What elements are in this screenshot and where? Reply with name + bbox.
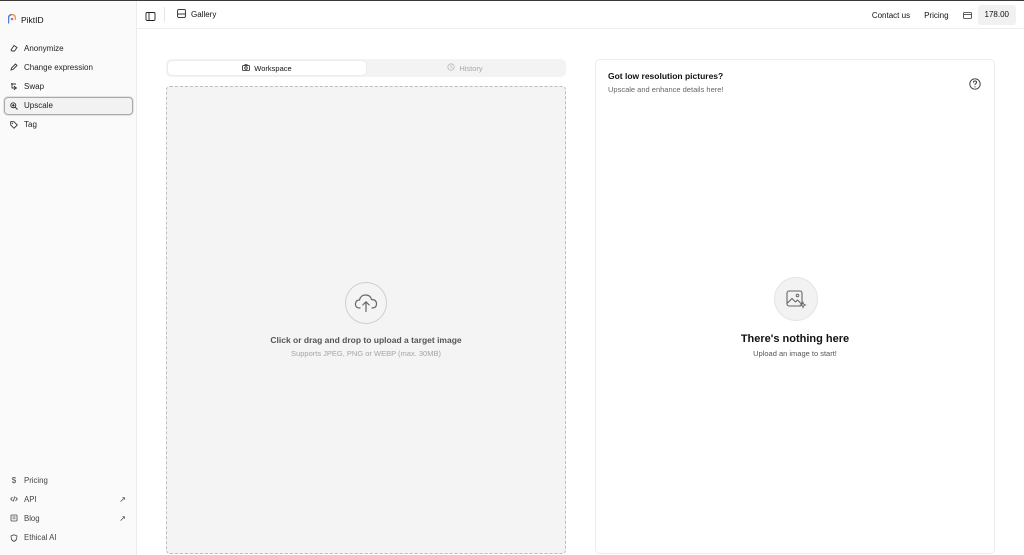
upload-dropzone[interactable]: Click or drag and drop to upload a targe… <box>166 86 566 554</box>
topbar-divider <box>164 7 165 22</box>
sidebar-item-label: Anonymize <box>24 43 64 53</box>
panel-subtitle: Upscale and enhance details here! <box>608 85 724 94</box>
brand[interactable]: PiktID <box>7 11 44 29</box>
sidebar-toggle-icon[interactable] <box>145 9 156 21</box>
sidebar-item-pricing[interactable]: $ Pricing <box>4 471 133 489</box>
sidebar-item-label: Swap <box>24 81 45 91</box>
sidebar-item-label: Change expression <box>24 62 93 72</box>
sidebar-item-ethical-ai[interactable]: Ethical AI <box>4 529 133 547</box>
book-icon <box>10 514 18 522</box>
tab-history[interactable]: History <box>366 61 564 75</box>
pricing-link[interactable]: Pricing <box>917 11 955 20</box>
sidebar-item-label: Tag <box>24 120 37 130</box>
zoom-in-icon <box>10 101 18 110</box>
topbar: Gallery Contact us Pricing 178.00 <box>137 1 1024 29</box>
sidebar-item-tag[interactable]: Tag <box>4 116 133 134</box>
gallery-button[interactable]: Gallery <box>177 7 216 22</box>
pencil-icon <box>10 63 18 71</box>
shield-icon <box>10 533 18 542</box>
panel-title: Got low resolution pictures? <box>608 71 724 81</box>
swap-icon <box>10 82 18 91</box>
sidebar-item-label: Blog <box>24 513 40 523</box>
credits-value: 178.00 <box>977 5 1016 25</box>
gallery-label: Gallery <box>191 10 217 19</box>
help-icon[interactable] <box>969 77 981 90</box>
empty-state-title: There's nothing here <box>740 333 850 345</box>
gallery-icon <box>177 9 186 20</box>
sidebar-item-label: Upscale <box>24 101 53 111</box>
external-link-icon: ↗ <box>119 494 126 504</box>
code-icon <box>10 495 18 503</box>
sidebar-nav: Anonymize Change expression Swap Upscale… <box>4 39 133 135</box>
empty-state-subtitle: Upload an image to start! <box>753 349 837 358</box>
sidebar-item-blog[interactable]: Blog ↗ <box>4 509 133 527</box>
external-link-icon: ↗ <box>119 513 126 523</box>
result-panel: Got low resolution pictures? Upscale and… <box>595 59 995 554</box>
tag-icon <box>10 121 18 129</box>
tab-workspace[interactable]: Workspace <box>168 61 366 75</box>
sidebar-item-label: API <box>24 494 37 504</box>
topbar-actions: Contact us Pricing 178.00 <box>865 5 1016 25</box>
sidebar-item-anonymize[interactable]: Anonymize <box>4 39 133 57</box>
sidebar-item-swap[interactable]: Swap <box>4 77 133 95</box>
contact-us-link[interactable]: Contact us <box>865 11 917 20</box>
dropzone-subtitle: Supports JPEG, PNG or WEBP (max. 30MB) <box>291 349 441 358</box>
eraser-icon <box>10 44 18 52</box>
credit-card-icon <box>958 5 978 25</box>
dropzone-title: Click or drag and drop to upload a targe… <box>270 335 462 345</box>
dollar-icon: $ <box>11 475 17 485</box>
sidebar-item-change-expression[interactable]: Change expression <box>4 58 133 76</box>
credits-display[interactable]: 178.00 <box>958 5 1016 25</box>
upload-cloud-icon <box>345 282 387 324</box>
sidebar-footer-nav: $ Pricing API ↗ Blog ↗ Ethical AI <box>4 471 133 548</box>
sidebar-item-upscale[interactable]: Upscale <box>4 96 133 115</box>
image-sparkle-icon <box>774 277 818 321</box>
brand-name: PiktID <box>21 15 44 25</box>
history-icon <box>447 63 455 73</box>
sidebar-item-api[interactable]: API ↗ <box>4 490 133 508</box>
sidebar-item-label: Ethical AI <box>24 533 57 543</box>
tab-label: Workspace <box>254 63 292 73</box>
piktid-logo-icon <box>7 11 17 29</box>
camera-icon <box>242 63 251 73</box>
sidebar-item-label: Pricing <box>24 475 48 485</box>
workspace-tabs: Workspace History <box>166 59 566 77</box>
tab-label: History <box>459 63 483 73</box>
sidebar: PiktID Anonymize Change expression Swap … <box>0 1 137 555</box>
